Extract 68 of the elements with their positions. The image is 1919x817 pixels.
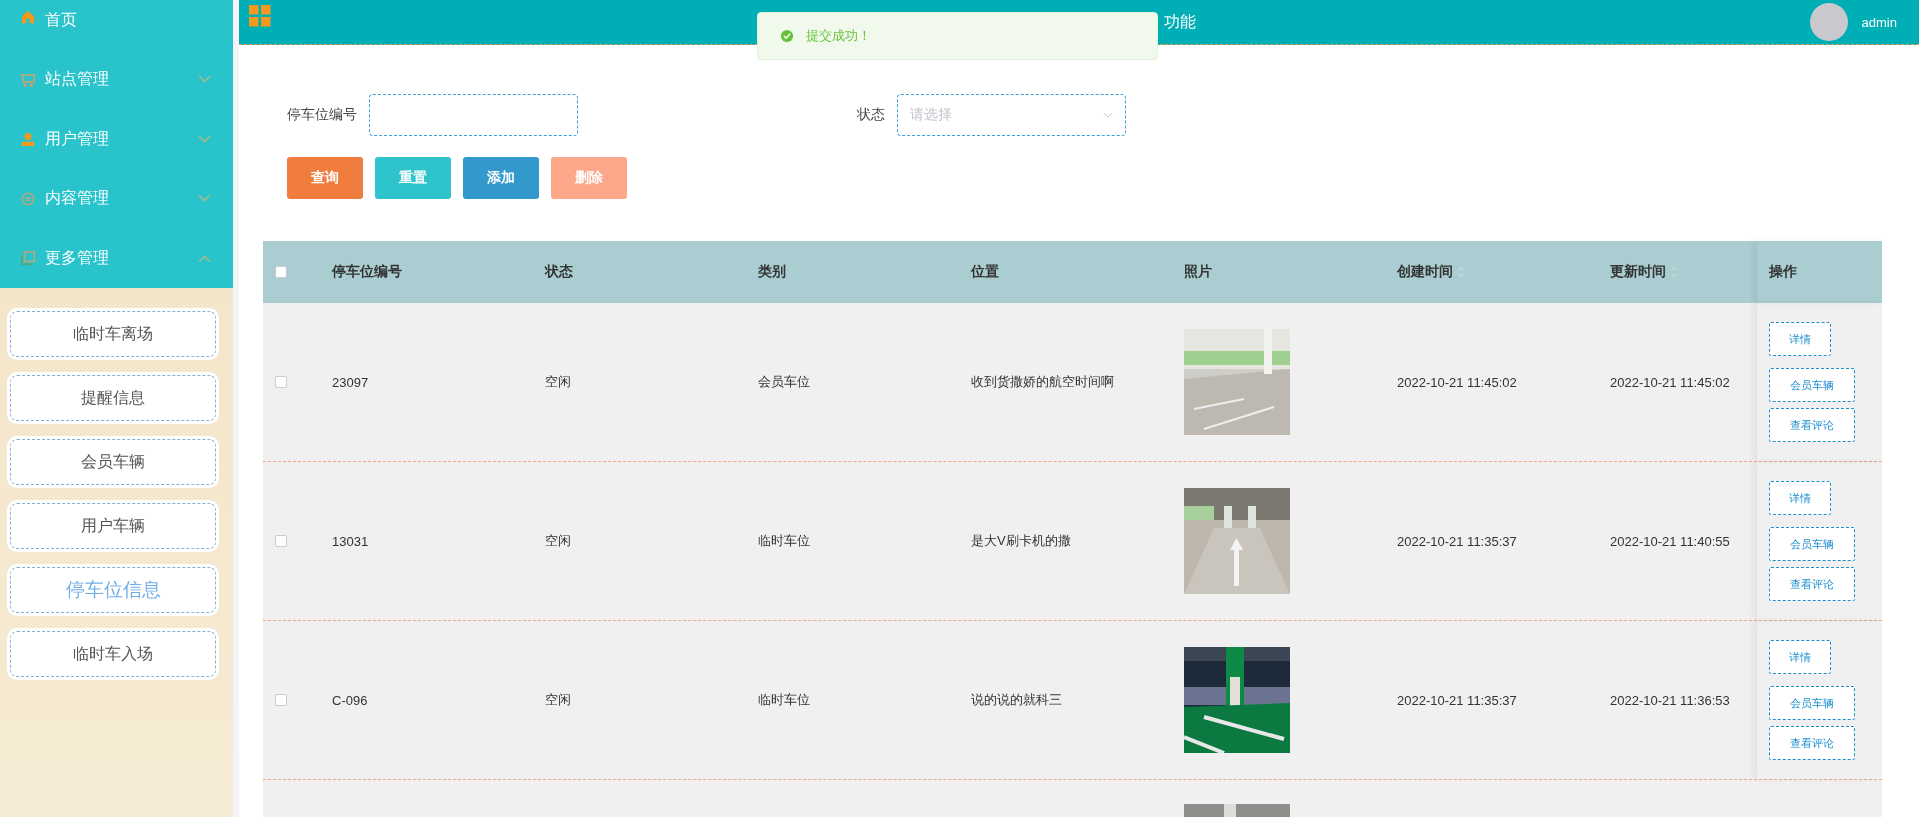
view-comments-button[interactable]: 查看评论: [1769, 408, 1855, 442]
submenu-item[interactable]: 用户车辆: [7, 500, 219, 552]
table-cell: 2022-10-21 11:40:55: [1610, 533, 1730, 549]
column-header: 更新时间: [1596, 241, 1757, 303]
column-header: 位置: [970, 262, 1000, 281]
detail-button[interactable]: 详情: [1769, 640, 1831, 674]
table-cell: 会员车位: [758, 373, 810, 391]
column-header: 操作: [1757, 241, 1882, 303]
submenu-item[interactable]: 临时车离场: [7, 308, 219, 360]
member-vehicle-button[interactable]: 会员车辆: [1769, 527, 1855, 561]
column-header: 状态: [543, 262, 574, 281]
member-vehicle-button[interactable]: 会员车辆: [1769, 368, 1855, 402]
field-label: 状态: [857, 106, 885, 124]
table-cell: 23097: [332, 374, 369, 390]
field-label: 停车位编号: [287, 106, 357, 124]
table-cell: 临时车位: [758, 691, 810, 709]
copy-icon: [21, 251, 35, 266]
submenu-item[interactable]: 会员车辆: [7, 436, 219, 488]
table-cell: 空闲: [545, 691, 571, 709]
view-comments-button[interactable]: 查看评论: [1769, 567, 1855, 601]
action-button[interactable]: 查询: [287, 157, 363, 199]
column-header: 照片: [1183, 262, 1213, 281]
input-field[interactable]: [369, 94, 578, 136]
table-cell: 2022-10-21 11:35:37: [1397, 692, 1517, 708]
menu-item[interactable]: 更多管理: [0, 228, 233, 288]
table-cell: 2022-10-21 11:36:53: [1610, 692, 1730, 708]
grid-icon[interactable]: [249, 5, 271, 27]
table-cell: 空闲: [545, 373, 571, 391]
checkbox[interactable]: [275, 266, 287, 278]
table-cell: 收到货撒娇的航空时间啊: [971, 373, 1114, 391]
table-cell: 说的说的就科三: [971, 691, 1062, 709]
action-button[interactable]: 重置: [375, 157, 451, 199]
checkbox[interactable]: [275, 376, 287, 388]
user-icon: [21, 132, 35, 147]
submenu-item[interactable]: 提醒信息: [7, 372, 219, 424]
table-cell: 是大V刷卡机的撒: [971, 532, 1071, 550]
checkbox[interactable]: [275, 535, 287, 547]
table-cell: 临时车位: [758, 532, 810, 550]
column-header: 停车位编号: [331, 262, 403, 281]
table-cell: 2022-10-21 11:45:02: [1610, 374, 1730, 390]
check-circle-icon: [780, 29, 794, 43]
menu-item[interactable]: 站点管理: [0, 50, 233, 110]
column-header: 类别: [757, 262, 787, 281]
home-icon: [21, 10, 35, 24]
table-cell: 13031: [332, 533, 369, 549]
action-button[interactable]: 添加: [463, 157, 539, 199]
view-comments-button[interactable]: 查看评论: [1769, 726, 1855, 760]
chevron-down-icon: [1103, 111, 1113, 119]
detail-button[interactable]: 详情: [1769, 481, 1831, 515]
table-cell: C-096: [332, 692, 368, 708]
menu-item[interactable]: 内容管理: [0, 169, 233, 229]
page-title: 功能: [1164, 11, 1196, 32]
checkbox[interactable]: [275, 694, 287, 706]
toast-message: 提交成功！: [806, 27, 871, 45]
cart-icon: [21, 72, 35, 87]
detail-button[interactable]: 详情: [1769, 322, 1831, 356]
menu-item[interactable]: 首页: [0, 0, 233, 50]
chat-icon: [21, 191, 35, 206]
table-cell: 2022-10-21 11:45:02: [1397, 374, 1517, 390]
column-header: 创建时间: [1383, 241, 1596, 303]
avatar[interactable]: [1809, 3, 1848, 41]
menu-item[interactable]: 用户管理: [0, 109, 233, 169]
username[interactable]: admin: [1861, 14, 1897, 30]
member-vehicle-button[interactable]: 会员车辆: [1769, 686, 1855, 720]
submenu-item[interactable]: 停车位信息: [7, 564, 219, 616]
table-cell: 空闲: [545, 532, 571, 550]
submenu-item[interactable]: 临时车入场: [7, 628, 219, 680]
table-cell: 2022-10-21 11:35:37: [1397, 533, 1517, 549]
